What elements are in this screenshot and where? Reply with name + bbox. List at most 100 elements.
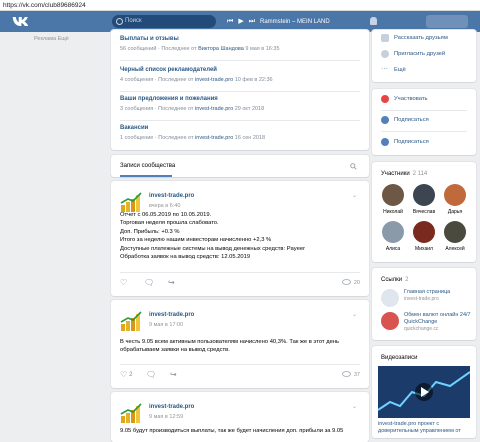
post-text: 9.05 будут производиться выплаты, так же… <box>120 428 344 434</box>
notifications-icon[interactable] <box>370 17 377 25</box>
active-tab-underline <box>120 175 172 177</box>
views-count: 20 <box>341 279 360 286</box>
left-footer-links[interactable]: Реклама Ещё <box>34 36 94 42</box>
post-author[interactable]: invest-trade.pro <box>149 404 194 410</box>
post-text: Отчет с 06.05.2019 по 10.05.2019. Торгов… <box>120 212 306 261</box>
video-thumbnail[interactable] <box>378 366 470 418</box>
heart-icon <box>381 95 389 103</box>
participate-button[interactable]: Участвовать <box>381 95 428 103</box>
topic-title[interactable]: Черный список рекламодателей <box>120 67 273 73</box>
links-header[interactable]: Ссылки 2 <box>381 277 408 283</box>
post-actions: ♡ 🗨 ↪ 20 <box>120 272 360 291</box>
post-date[interactable]: 9 мая в 17:00 <box>149 322 183 328</box>
members-block: Участники 2 114 Николай Вячеслав Дарья Ал… <box>372 162 476 262</box>
top-bar: Поиск ⏮ ▶ ⏭ Rammstein – MEIN LAND <box>0 11 480 32</box>
divider <box>120 91 360 92</box>
topic-title[interactable]: Выплаты и отзывы <box>120 36 280 42</box>
topic-item[interactable]: Ваши предложения и пожелания 3 сообщения… <box>120 96 264 112</box>
divider <box>381 110 467 111</box>
bell-icon <box>381 116 389 124</box>
member-avatar[interactable]: Алиса <box>379 221 407 252</box>
tab-community-posts[interactable]: Записи сообщества <box>120 163 175 169</box>
more-link[interactable]: ⋯ Ещё <box>381 66 406 74</box>
vk-logo-icon[interactable] <box>12 15 30 28</box>
chevron-down-icon[interactable]: ⌄ <box>352 311 357 318</box>
topic-last-author[interactable]: invest-trade.pro <box>195 106 233 112</box>
discussions-block: Выплаты и отзывы 56 сообщений · Последне… <box>111 30 369 150</box>
views-count: 37 <box>341 371 360 378</box>
like-button[interactable]: ♡ 2 <box>120 370 133 379</box>
community-avatar[interactable] <box>120 310 142 332</box>
search-input[interactable]: Поиск <box>112 15 216 28</box>
link-logo <box>381 289 399 307</box>
subscribe-button[interactable]: Подписаться <box>381 116 429 124</box>
prev-track-icon[interactable]: ⏮ <box>227 17 233 27</box>
topic-title[interactable]: Ваши предложения и пожелания <box>120 96 264 102</box>
member-avatar[interactable]: Николай <box>379 184 407 215</box>
search-placeholder: Поиск <box>125 18 142 24</box>
member-avatar[interactable]: Алексей <box>441 221 469 252</box>
topic-meta: 1 сообщение · Последнее от invest-trade.… <box>120 135 266 141</box>
comment-icon[interactable]: 🗨 <box>144 278 154 287</box>
link-item[interactable]: Главная страница invest-trade.pro <box>381 289 450 307</box>
next-track-icon[interactable]: ⏭ <box>249 17 255 27</box>
chevron-down-icon[interactable]: ⌄ <box>352 192 357 199</box>
eye-icon <box>341 279 351 285</box>
megaphone-icon <box>381 34 389 42</box>
topic-item[interactable]: Выплаты и отзывы 56 сообщений · Последне… <box>120 36 280 52</box>
topic-title[interactable]: Вакансии <box>120 125 265 131</box>
share-icon[interactable]: ↪ <box>170 370 177 379</box>
subscribe-block: Участвовать Подписаться Подписаться <box>372 89 476 155</box>
topic-meta: 4 сообщения · Последнее от invest-trade.… <box>120 77 273 83</box>
link-logo <box>381 312 399 330</box>
topic-last-author[interactable]: invest-trade.pro <box>195 77 233 83</box>
address-bar[interactable]: https://vk.com/club89686924 <box>0 0 480 11</box>
post-date[interactable]: 9 мая в 12:59 <box>149 414 183 420</box>
share-with-friends-link[interactable]: Рассказать друзьям <box>381 34 448 42</box>
post-actions: ♡ 2 🗨 ↪ 37 <box>120 364 360 383</box>
post-text: В честь 9.05 всем активным пользователям… <box>120 339 340 354</box>
topic-last-author[interactable]: invest-trade.pro <box>195 135 233 141</box>
comment-icon[interactable]: 🗨 <box>146 370 156 379</box>
wall-header: Записи сообщества <box>111 155 369 177</box>
mail-icon <box>381 138 389 146</box>
links-block: Ссылки 2 Главная страница invest-trade.pro… <box>372 268 476 340</box>
post-author[interactable]: invest-trade.pro <box>149 193 194 199</box>
track-title[interactable]: Rammstein – MEIN LAND <box>260 19 330 25</box>
videos-header[interactable]: Видеозаписи <box>381 355 418 361</box>
chevron-down-icon[interactable]: ⌄ <box>352 403 357 410</box>
share-icon[interactable]: ↪ <box>168 278 175 287</box>
post-author[interactable]: invest-trade.pro <box>149 312 194 318</box>
search-icon[interactable] <box>350 163 357 170</box>
community-avatar[interactable] <box>120 402 142 424</box>
wall-post: invest-trade.pro 9 мая в 17:00 ⌄ В честь… <box>111 300 369 388</box>
videos-block: Видеозаписи invest-trade.pro проект с до… <box>372 346 476 438</box>
invite-friends-link[interactable]: Пригласить друзей <box>381 50 445 58</box>
topic-meta: 3 сообщения · Последнее от invest-trade.… <box>120 106 265 112</box>
video-caption[interactable]: invest-trade.pro проект с доверительным … <box>378 421 470 435</box>
more-dots-icon: ⋯ <box>381 66 388 73</box>
post-date[interactable]: вчера в 6:40 <box>149 203 180 209</box>
topic-item[interactable]: Вакансии 1 сообщение · Последнее от inve… <box>120 125 265 141</box>
divider <box>120 60 360 61</box>
member-avatar[interactable]: Михаил <box>410 221 438 252</box>
topic-last-author[interactable]: Виктора Шандова <box>198 46 244 52</box>
topic-item[interactable]: Черный список рекламодателей 4 сообщения… <box>120 67 273 83</box>
user-menu-blurred[interactable] <box>426 15 468 28</box>
link-item[interactable]: Обмен валют онлайн 24/7 QuickChange quick… <box>381 312 474 332</box>
eye-icon <box>341 371 351 377</box>
wall-post: invest-trade.pro вчера в 6:40 ⌄ Отчет с … <box>111 181 369 296</box>
member-avatar[interactable]: Дарья <box>441 184 469 215</box>
divider <box>120 120 360 121</box>
like-icon[interactable]: ♡ <box>120 278 127 287</box>
audio-player: ⏮ ▶ ⏭ Rammstein – MEIN LAND <box>227 17 330 27</box>
search-icon <box>116 18 123 25</box>
play-icon[interactable]: ▶ <box>238 17 243 27</box>
subscribe-button[interactable]: Подписаться <box>381 138 429 146</box>
community-actions-block: Рассказать друзьям Пригласить друзей ⋯ Ещ… <box>372 30 476 82</box>
divider <box>381 131 467 132</box>
members-header[interactable]: Участники 2 114 <box>381 171 427 177</box>
add-user-icon <box>381 50 389 58</box>
community-avatar[interactable] <box>120 191 142 213</box>
member-avatar[interactable]: Вячеслав <box>410 184 438 215</box>
